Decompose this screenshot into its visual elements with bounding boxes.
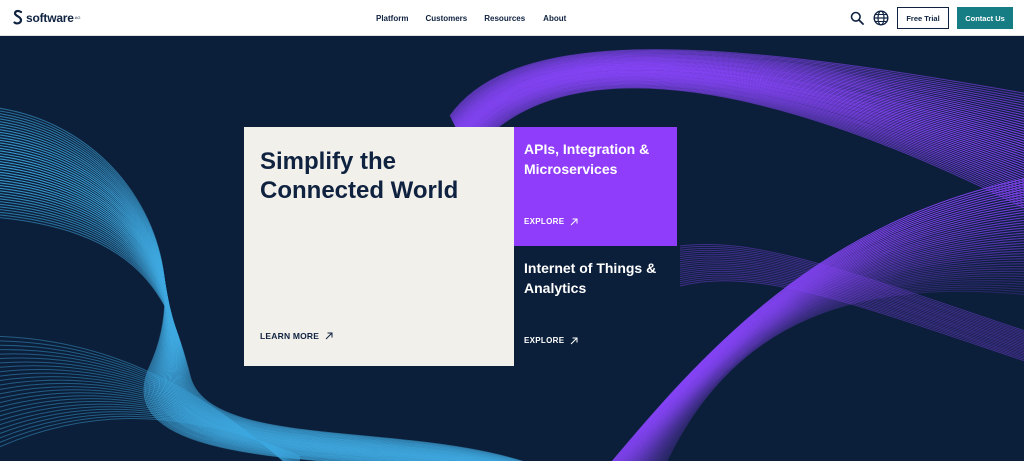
learn-more-link[interactable]: LEARN MORE	[260, 331, 333, 341]
arrow-up-right-icon	[325, 332, 333, 340]
free-trial-button[interactable]: Free Trial	[897, 7, 949, 29]
site-header: software AG Platform Customers Resources…	[0, 0, 1024, 36]
arrow-up-right-icon	[570, 218, 578, 225]
logo-sup: AG	[74, 15, 81, 20]
nav-resources[interactable]: Resources	[484, 14, 525, 23]
hero-title: Simplify the Connected World	[260, 148, 459, 204]
hero-section: Simplify the Connected World LEARN MORE …	[0, 36, 1024, 461]
globe-icon[interactable]	[873, 10, 889, 26]
apis-explore-link[interactable]: EXPLORE	[524, 217, 578, 226]
search-icon[interactable]	[850, 11, 864, 25]
logo-s-icon	[13, 9, 23, 25]
apis-integration-card[interactable]: APIs, Integration & Microservices EXPLOR…	[514, 127, 677, 246]
hero-main-card: Simplify the Connected World LEARN MORE	[244, 127, 514, 366]
apis-card-title: APIs, Integration & Microservices	[524, 141, 650, 177]
logo[interactable]: software AG	[13, 9, 81, 26]
iot-explore-label: EXPLORE	[524, 336, 565, 345]
nav-platform[interactable]: Platform	[376, 14, 408, 23]
learn-more-label: LEARN MORE	[260, 331, 320, 341]
iot-explore-link[interactable]: EXPLORE	[524, 336, 578, 345]
contact-us-button[interactable]: Contact Us	[957, 7, 1013, 29]
nav-customers[interactable]: Customers	[425, 14, 467, 23]
logo-text: software	[26, 10, 74, 25]
iot-analytics-card[interactable]: Internet of Things & Analytics EXPLORE	[514, 246, 677, 366]
main-nav: Platform Customers Resources About	[376, 0, 566, 36]
nav-about[interactable]: About	[543, 14, 566, 23]
iot-card-title: Internet of Things & Analytics	[524, 260, 657, 296]
apis-explore-label: EXPLORE	[524, 217, 565, 226]
arrow-up-right-icon	[570, 337, 578, 344]
